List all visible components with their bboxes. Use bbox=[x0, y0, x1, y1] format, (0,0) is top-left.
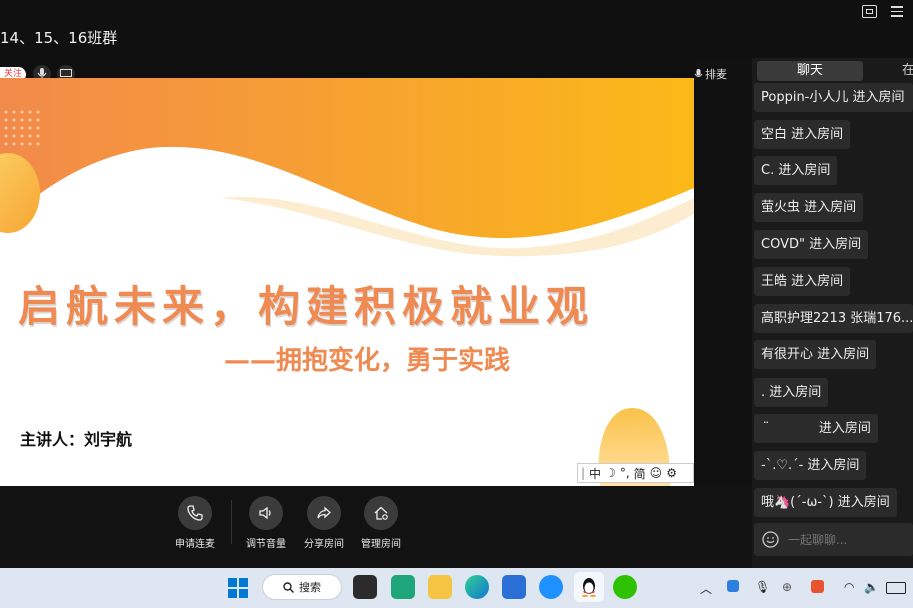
store-icon[interactable] bbox=[391, 575, 415, 599]
ie-icon[interactable] bbox=[539, 575, 563, 599]
chat-message: ̈ 进入房间 bbox=[754, 414, 878, 443]
ime-toolbar[interactable]: | 中 ☽ °, 简 ☺ ⚙ bbox=[577, 463, 694, 483]
wifi-icon[interactable]: ◠ bbox=[844, 580, 854, 594]
ime-item[interactable]: ☽ bbox=[605, 466, 616, 480]
chat-message: C. 进入房间 bbox=[754, 156, 838, 185]
title-bar bbox=[0, 0, 913, 58]
phone-icon bbox=[178, 496, 212, 530]
chat-message: . 进入房间 bbox=[754, 378, 829, 407]
ime-item[interactable]: 简 bbox=[634, 465, 646, 482]
group-title: 14、15、16班群 bbox=[0, 29, 118, 47]
task-view-icon[interactable] bbox=[353, 575, 377, 599]
tab-online[interactable]: 在 bbox=[902, 61, 913, 81]
battery-icon[interactable] bbox=[886, 582, 906, 594]
share-icon bbox=[307, 496, 341, 530]
ms-store-icon[interactable] bbox=[502, 575, 526, 599]
queue-button[interactable]: 排麦 bbox=[694, 66, 727, 82]
queue-mic-icon bbox=[694, 68, 703, 77]
slide-speaker: 主讲人：刘宇航 bbox=[20, 430, 133, 449]
slide-subtitle: ——拥抱变化，勇于实践 bbox=[224, 346, 511, 376]
chat-message: COVD" 进入房间 bbox=[754, 230, 869, 259]
file-explorer-icon[interactable] bbox=[428, 575, 452, 599]
home-gear-icon bbox=[364, 496, 398, 530]
screen-mode-icon[interactable] bbox=[862, 5, 877, 18]
control-label: 申请连麦 bbox=[175, 539, 215, 550]
chat-message: 空白 进入房间 bbox=[754, 120, 851, 149]
queue-label: 排麦 bbox=[705, 68, 727, 81]
chat-input-box[interactable] bbox=[754, 523, 913, 556]
edge-icon[interactable] bbox=[465, 575, 489, 599]
taskbar-search[interactable]: 搜索 bbox=[262, 574, 342, 600]
qq-icon[interactable] bbox=[574, 572, 604, 602]
control-label: 管理房间 bbox=[361, 539, 401, 550]
chat-input[interactable] bbox=[786, 531, 900, 548]
tab-chat[interactable]: 聊天 bbox=[757, 61, 863, 81]
chat-message: -`.♡.´- 进入房间 bbox=[754, 451, 867, 480]
search-icon bbox=[283, 581, 294, 593]
tray-ime-icon[interactable]: ⊕ bbox=[782, 580, 792, 594]
search-label: 搜索 bbox=[299, 581, 321, 594]
manage-room-button[interactable]: 管理房间 bbox=[346, 496, 416, 550]
tray-chevron-icon[interactable]: ︿ bbox=[700, 580, 712, 597]
chat-message: 有很开心 进入房间 bbox=[754, 340, 877, 369]
chat-message: 王皓 进入房间 bbox=[754, 267, 851, 296]
ime-item[interactable]: ☺ bbox=[650, 466, 663, 480]
windows-start-icon[interactable] bbox=[228, 578, 248, 598]
speaker-icon bbox=[249, 496, 283, 530]
presentation-slide: 启航未来，构建积极就业观 ——拥抱变化，勇于实践 主讲人：刘宇航 bbox=[0, 78, 694, 486]
menu-icon[interactable] bbox=[891, 6, 903, 20]
chat-message: 哦🦄(´-ω-`) 进入房间 bbox=[754, 488, 897, 517]
chat-message: Poppin-小人儿 进入房间 bbox=[754, 83, 913, 112]
slide-title: 启航未来，构建积极就业观 bbox=[18, 282, 595, 331]
ime-item[interactable]: 中 bbox=[589, 465, 601, 482]
tray-mic-icon[interactable]: 🎙 bbox=[755, 580, 770, 594]
emoji-icon[interactable] bbox=[762, 531, 779, 548]
ime-item[interactable]: ⚙ bbox=[666, 466, 677, 480]
wechat-icon[interactable] bbox=[613, 575, 637, 599]
taskbar bbox=[0, 568, 913, 608]
request-mic-button[interactable]: 申请连麦 bbox=[160, 496, 230, 550]
chat-message: 萤火虫 进入房间 bbox=[754, 193, 864, 222]
tray-security-icon[interactable] bbox=[811, 580, 824, 593]
ime-handle[interactable]: | bbox=[581, 466, 585, 480]
chat-message: 高职护理2213 张瑞176... bbox=[754, 304, 913, 333]
ime-item[interactable]: °, bbox=[620, 466, 630, 480]
tray-app-icon[interactable] bbox=[727, 580, 739, 592]
volume-tray-icon[interactable]: 🔈 bbox=[864, 580, 879, 594]
